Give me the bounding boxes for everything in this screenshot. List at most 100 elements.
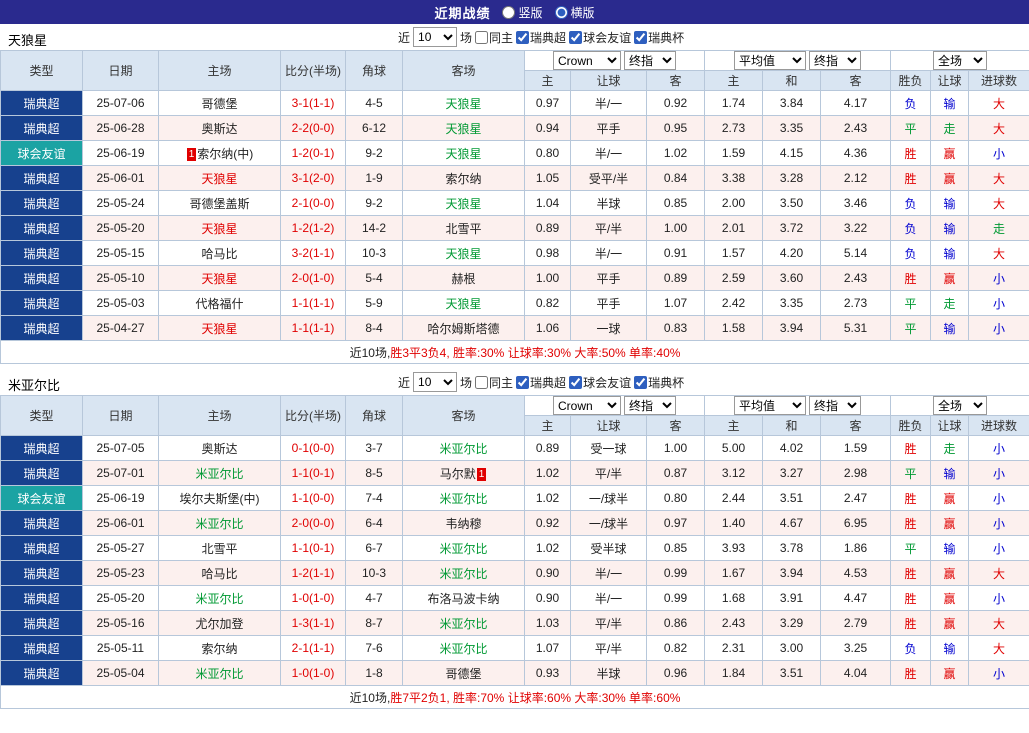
filter-swedish-cup[interactable]: 瑞典杯 xyxy=(634,29,684,46)
filter-same-home[interactable]: 同主 xyxy=(475,29,513,46)
score-cell[interactable]: 1-1(1-1) xyxy=(280,315,346,341)
score-cell[interactable]: 1-1(0-1) xyxy=(280,460,346,486)
handicap-line: 平/半 xyxy=(570,635,647,661)
team-link[interactable]: 马尔默 xyxy=(440,467,476,481)
team-link[interactable]: 哥德堡 xyxy=(445,667,481,681)
team-link[interactable]: 天狼星 xyxy=(201,322,237,336)
filter-swedish-cup[interactable]: 瑞典杯 xyxy=(634,374,684,391)
team-link[interactable]: 天狼星 xyxy=(445,97,481,111)
league-super-checkbox[interactable] xyxy=(516,375,530,389)
swedish-cup-checkbox[interactable] xyxy=(634,375,648,389)
score-cell[interactable]: 1-0(1-0) xyxy=(280,660,346,686)
filter-league-super[interactable]: 瑞典超 xyxy=(516,374,566,391)
team-link[interactable]: 米亚尔比 xyxy=(439,642,487,656)
layout-radio-vertical[interactable]: 竖版 xyxy=(502,4,543,21)
score-cell[interactable]: 1-1(0-1) xyxy=(280,535,346,561)
corner-cell: 4-5 xyxy=(345,90,403,116)
full-match-select[interactable]: 全场 xyxy=(933,51,988,70)
team-link[interactable]: 天狼星 xyxy=(201,172,237,186)
team-link[interactable]: 天狼星 xyxy=(445,197,481,211)
bookmaker-select[interactable]: Crown xyxy=(553,396,621,415)
match-count-select[interactable]: 10 xyxy=(413,27,458,47)
final-odds-select[interactable]: 终指 xyxy=(624,51,676,70)
score-cell[interactable]: 2-2(0-0) xyxy=(280,115,346,141)
team-link[interactable]: 尤尔加登 xyxy=(195,617,243,631)
club-friendly-checkbox[interactable] xyxy=(569,375,583,389)
horizontal-radio-icon[interactable] xyxy=(554,5,568,19)
score-cell[interactable]: 2-1(1-1) xyxy=(280,635,346,661)
team-link[interactable]: 米亚尔比 xyxy=(439,542,487,556)
same-home-checkbox[interactable] xyxy=(475,30,489,44)
team-link[interactable]: 索尔纳 xyxy=(445,172,481,186)
score-cell[interactable]: 2-0(0-0) xyxy=(280,510,346,536)
score-cell[interactable]: 3-2(1-1) xyxy=(280,240,346,266)
team-link[interactable]: 天狼星 xyxy=(445,247,481,261)
team-link[interactable]: 韦纳穆 xyxy=(445,517,481,531)
score-cell[interactable]: 3-1(2-0) xyxy=(280,165,346,191)
team-link[interactable]: 索尔纳(中) xyxy=(197,147,253,161)
team-link[interactable]: 米亚尔比 xyxy=(195,667,243,681)
league-super-checkbox[interactable] xyxy=(516,30,530,44)
match-date: 25-07-05 xyxy=(82,435,159,461)
team-link[interactable]: 米亚尔比 xyxy=(195,467,243,481)
final-euro-odds-select[interactable]: 终指 xyxy=(809,51,862,70)
team-link[interactable]: 代格福什 xyxy=(195,297,243,311)
home-team-cell: 米亚尔比 xyxy=(158,510,281,536)
team-link[interactable]: 天狼星 xyxy=(201,272,237,286)
bookmaker-select[interactable]: Crown xyxy=(553,51,621,70)
layout-radio-horizontal[interactable]: 横版 xyxy=(554,4,595,21)
team-link[interactable]: 埃尔夫斯堡(中) xyxy=(180,492,260,506)
team-link[interactable]: 米亚尔比 xyxy=(195,592,243,606)
same-home-checkbox[interactable] xyxy=(475,375,489,389)
team-link[interactable]: 赫根 xyxy=(451,272,475,286)
team-link[interactable]: 奥斯达 xyxy=(201,442,237,456)
filter-club-friendly[interactable]: 球会友谊 xyxy=(569,29,631,46)
score-cell[interactable]: 2-0(1-0) xyxy=(280,265,346,291)
handicap-away-odds: 0.91 xyxy=(645,240,706,266)
team-link[interactable]: 哈尔姆斯塔德 xyxy=(427,322,499,336)
score-cell[interactable]: 0-1(0-0) xyxy=(280,435,346,461)
team-link[interactable]: 米亚尔比 xyxy=(439,442,487,456)
vertical-radio-icon[interactable] xyxy=(502,5,516,19)
team-link[interactable]: 米亚尔比 xyxy=(439,492,487,506)
team-link[interactable]: 天狼星 xyxy=(445,122,481,136)
score-cell[interactable]: 1-1(1-1) xyxy=(280,290,346,316)
team-link[interactable]: 米亚尔比 xyxy=(439,567,487,581)
score-cell[interactable]: 1-2(1-1) xyxy=(280,560,346,586)
euro-away-odds: 2.73 xyxy=(820,290,892,316)
score-cell[interactable]: 3-1(1-1) xyxy=(280,90,346,116)
final-odds-select[interactable]: 终指 xyxy=(624,396,676,415)
team-link[interactable]: 哈马比 xyxy=(201,247,237,261)
team-link[interactable]: 哥德堡盖斯 xyxy=(189,197,249,211)
team-link[interactable]: 天狼星 xyxy=(201,222,237,236)
score-cell[interactable]: 1-1(0-0) xyxy=(280,485,346,511)
final-euro-odds-select[interactable]: 终指 xyxy=(809,396,862,415)
team-link[interactable]: 哥德堡 xyxy=(201,97,237,111)
team-link[interactable]: 米亚尔比 xyxy=(439,617,487,631)
filter-same-home[interactable]: 同主 xyxy=(475,374,513,391)
handicap-home-odds: 0.90 xyxy=(524,585,571,611)
team-link[interactable]: 奥斯达 xyxy=(201,122,237,136)
team-link[interactable]: 布洛马波卡纳 xyxy=(427,592,499,606)
filter-league-super[interactable]: 瑞典超 xyxy=(516,29,566,46)
team-link[interactable]: 天狼星 xyxy=(445,297,481,311)
team-link[interactable]: 哈马比 xyxy=(201,567,237,581)
match-count-select[interactable]: 10 xyxy=(413,372,458,392)
score-cell[interactable]: 2-1(0-0) xyxy=(280,190,346,216)
team-link[interactable]: 索尔纳 xyxy=(201,642,237,656)
score-cell[interactable]: 1-2(0-1) xyxy=(280,140,346,166)
score-cell[interactable]: 1-0(1-0) xyxy=(280,585,346,611)
team-link[interactable]: 北雪平 xyxy=(445,222,481,236)
team-link[interactable]: 北雪平 xyxy=(201,542,237,556)
match-row: 瑞典超 25-05-15 哈马比 3-2(1-1) 10-3 天狼星 0.98 半/一 0.91… xyxy=(0,240,1029,266)
club-friendly-checkbox[interactable] xyxy=(569,30,583,44)
swedish-cup-checkbox[interactable] xyxy=(634,30,648,44)
team-link[interactable]: 天狼星 xyxy=(445,147,481,161)
score-cell[interactable]: 1-2(1-2) xyxy=(280,215,346,241)
team-link[interactable]: 米亚尔比 xyxy=(195,517,243,531)
score-cell[interactable]: 1-3(1-1) xyxy=(280,610,346,636)
full-match-select[interactable]: 全场 xyxy=(933,396,988,415)
filter-club-friendly[interactable]: 球会友谊 xyxy=(569,374,631,391)
average-odds-select[interactable]: 平均值 xyxy=(734,51,807,70)
average-odds-select[interactable]: 平均值 xyxy=(734,396,807,415)
